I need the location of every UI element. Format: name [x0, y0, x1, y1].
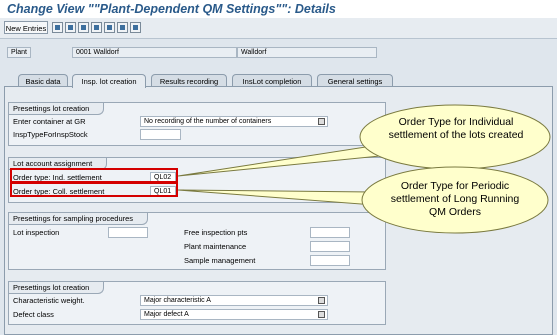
tab-insp-lot-creation[interactable]: Insp. lot creation: [72, 74, 146, 88]
callout-periodic-shape: [177, 189, 375, 206]
callout-individual-shape: [177, 145, 381, 177]
callout-periodic-text: Order Type for Periodic settlement of Lo…: [390, 180, 520, 218]
callout-individual-text: Order Type for Individual settlement of …: [388, 116, 524, 141]
callout-layer: [177, 104, 551, 234]
